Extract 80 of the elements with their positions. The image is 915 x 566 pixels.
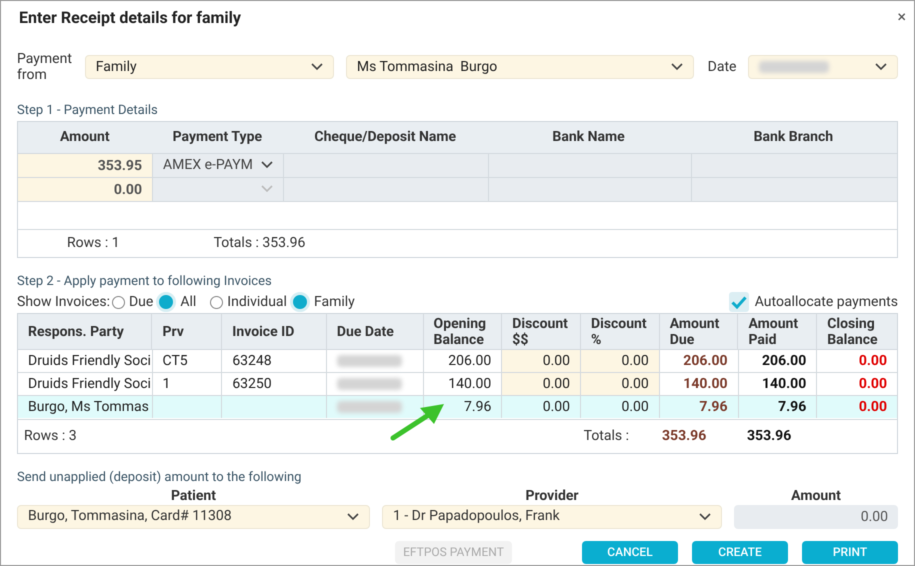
payment-source-select[interactable]: Family	[84, 55, 334, 79]
date-label: Date	[708, 58, 736, 76]
amount-cell[interactable]: 0.00	[18, 178, 152, 200]
caret-icon	[670, 63, 683, 71]
table-cell: 7.96	[699, 399, 728, 415]
field-label: Amount	[791, 488, 841, 504]
amount-field[interactable]: 0.00	[734, 504, 898, 528]
section-title: Step 2 - Apply payment to following Invoices	[16, 272, 273, 290]
column-header: Payment Type	[172, 128, 264, 146]
amount-cell[interactable]: 353.95	[18, 154, 152, 176]
table-cell: 7.96	[778, 399, 806, 415]
invoice-row[interactable]: Druids Friendly Soci CT5 63248 206.00 0.00 0.00 206.00 206.00 0.00	[18, 349, 897, 372]
table-cell: 63248	[232, 353, 272, 369]
table-cell: 0.00	[542, 376, 570, 392]
table-cell: Druids Friendly Soci	[28, 353, 151, 369]
table-cell: 0.00	[858, 376, 887, 392]
table-cell: 140.00	[683, 376, 728, 392]
totals-label: Totals :	[584, 427, 629, 446]
caret-icon	[699, 512, 711, 520]
table-cell: 140.00	[762, 376, 806, 392]
radio-button[interactable]	[210, 296, 224, 308]
blurred-date	[336, 355, 402, 367]
radio-label: Individual	[227, 292, 287, 312]
table-cell: 206.00	[448, 353, 492, 369]
column-header: Cheque/Deposit Name	[313, 128, 458, 146]
table-cell: Burgo, Ms Tommas	[28, 399, 149, 415]
caret-icon	[310, 63, 323, 71]
invoice-row[interactable]: Druids Friendly Soci 1 63250 140.00 0.00 0.00 140.00 140.00 0.00	[18, 372, 897, 395]
column-header: Bank Branch	[752, 128, 834, 146]
table-cell: Druids Friendly Soci	[28, 376, 151, 392]
radio-label: All	[180, 292, 196, 312]
caret-icon	[874, 63, 887, 71]
table-cell: 0.00	[621, 376, 649, 392]
table-cell: 140.00	[448, 376, 492, 392]
date-select[interactable]	[748, 55, 898, 79]
field-label: Provider	[525, 488, 579, 504]
field-label: Patient	[170, 488, 216, 504]
table-cell: 0.00	[542, 353, 570, 369]
section-title: Send unapplied (deposit) amount to the following	[16, 469, 302, 487]
provider-select[interactable]: 1 - Dr Papadopoulos, Frank	[382, 504, 722, 528]
radio-label: Family	[314, 292, 355, 312]
table-cell: 0.00	[858, 353, 887, 369]
show-invoices-label: Show Invoices:	[17, 292, 110, 312]
section-title: Step 1 - Payment Details	[16, 102, 159, 120]
close-button[interactable]: ×	[897, 9, 906, 25]
column-header: Bank Name	[551, 128, 626, 146]
row-count: Rows : 1	[67, 234, 120, 252]
pointer-arrow	[390, 402, 446, 442]
patient-select[interactable]: Burgo, Tommasina, Card# 11308	[17, 504, 370, 528]
column-header: Respons. Party	[27, 322, 125, 342]
blurred-date	[759, 61, 830, 73]
caret-icon	[261, 185, 273, 193]
caret-icon	[347, 512, 359, 520]
total-due: 353.96	[661, 427, 708, 446]
caret-icon	[261, 161, 273, 169]
checkbox[interactable]	[728, 292, 749, 312]
checkbox-label: Autoallocate payments	[754, 292, 898, 312]
window-title: Enter Receipt details for family	[19, 7, 241, 29]
table-cell: 206.00	[762, 353, 806, 369]
row-count: Rows : 3	[24, 427, 77, 446]
table-cell: 63250	[232, 376, 272, 392]
table-cell: 206.00	[683, 353, 728, 369]
checkmark-icon	[730, 296, 747, 308]
blurred-date	[336, 401, 402, 413]
totals-text: Totals : 353.96	[214, 234, 306, 252]
table-cell: 1	[162, 376, 170, 392]
family-member-select[interactable]: Ms Tommasina Burgo	[346, 55, 694, 79]
invoice-row[interactable]: Burgo, Ms Tommas 7.96 0.00 0.00 7.96 7.96 0.00	[18, 395, 897, 418]
column-header: Amount	[58, 128, 111, 146]
table-cell: 0.00	[621, 353, 649, 369]
table-cell: 0.00	[858, 399, 887, 415]
table-cell: CT5	[162, 353, 188, 369]
radio-button[interactable]	[112, 296, 125, 308]
radio-label: Due	[128, 292, 154, 312]
table-cell: 7.96	[464, 399, 492, 415]
total-paid: 353.96	[746, 427, 792, 446]
table-cell: 0.00	[621, 399, 649, 415]
blurred-date	[336, 378, 402, 390]
payment-from-label: Payment from	[17, 51, 73, 83]
table-cell: 0.00	[542, 399, 570, 415]
